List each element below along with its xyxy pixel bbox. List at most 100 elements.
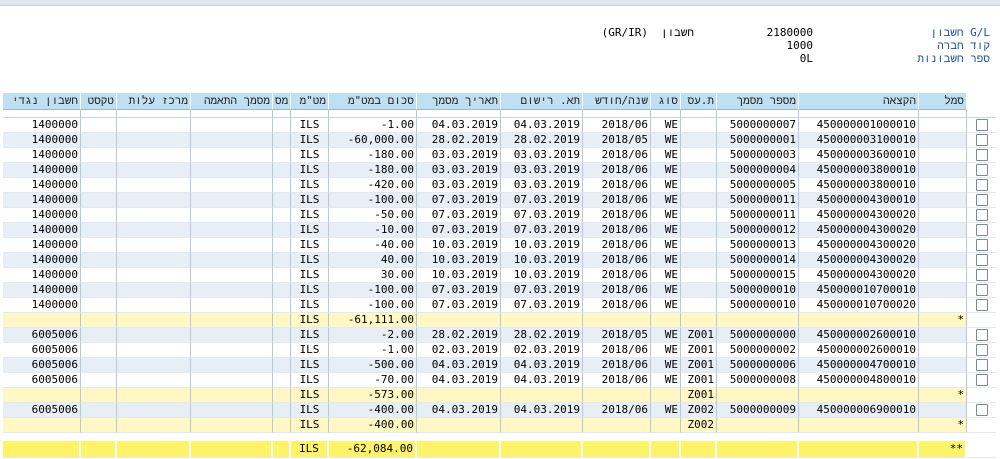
total-select-cell (967, 441, 996, 458)
subtotal-row[interactable]: ILS -573.00 Z001 * (3, 388, 996, 403)
amount-cell: -400.00 (329, 418, 417, 433)
doc-number-cell: 5000000000 (717, 328, 799, 343)
table-row[interactable]: 1400000 ILS -50.00 07.03.2019 07.03.2019 2018… (3, 208, 996, 223)
posting-date-cell (501, 388, 583, 403)
table-row[interactable]: 1400000 ILS -100.00 07.03.2019 07.03.2019 201… (3, 193, 996, 208)
amount-cell: -180.00 (329, 148, 417, 163)
posting-date-cell: 03.03.2019 (501, 148, 583, 163)
subtotal-row[interactable]: ILS -400.00 Z002 * (3, 418, 996, 433)
row-select-checkbox[interactable] (975, 329, 988, 341)
business-trans-cell: Z001 (681, 388, 717, 403)
period-cell: 2018/06 (583, 178, 651, 193)
col-header-offset-account[interactable]: חשבון נגדי (3, 93, 81, 110)
tax-cell (273, 208, 291, 223)
table-row[interactable]: 1400000 ILS -60,000.00 28.02.2019 28.02.2019… (3, 133, 996, 148)
table-row[interactable]: 1400000 ILS -420.00 03.03.2019 03.03.2019 201… (3, 178, 996, 193)
col-header-doc-date[interactable]: תאריך מסמך (417, 93, 501, 110)
table-row[interactable]: 1400000 ILS 40.00 10.03.2019 10.03.2019 2018/… (3, 253, 996, 268)
grand-total-row[interactable]: ILS -62,084.00 ** (3, 441, 996, 458)
row-select-checkbox[interactable] (975, 284, 988, 296)
cost-center-cell (117, 118, 191, 133)
col-header-period[interactable]: שנה/חודש (583, 93, 651, 110)
currency-cell: ILS (291, 298, 329, 313)
col-header-doc-type[interactable]: סוג (651, 93, 681, 110)
table-row[interactable]: 6005006 ILS -1.00 02.03.2019 02.03.2019 2018/… (3, 343, 996, 358)
col-header-business-trans[interactable]: ת.עס (681, 93, 717, 110)
table-row[interactable]: 1400000 ILS -100.00 07.03.2019 07.03.2019 201… (3, 283, 996, 298)
offset-account-cell: 1400000 (3, 223, 81, 238)
row-select-checkbox[interactable] (975, 374, 988, 386)
table-row[interactable]: 6005006 ILS -2.00 28.02.2019 28.02.2019 2018/… (3, 328, 996, 343)
ledger-label: ספר חשבונות (917, 52, 990, 65)
table-row[interactable]: 1400000 ILS -40.00 10.03.2019 10.03.2019 2018… (3, 238, 996, 253)
clearing-doc-cell (191, 133, 273, 148)
posting-date-cell (501, 418, 583, 433)
row-select-checkbox[interactable] (975, 224, 988, 236)
col-header-text[interactable]: טקסט (81, 93, 117, 110)
row-select-checkbox[interactable] (975, 119, 988, 131)
row-select-checkbox[interactable] (975, 359, 988, 371)
doc-type-cell: WE (651, 163, 681, 178)
total-symbol-cell: ** (919, 441, 967, 458)
row-select-checkbox[interactable] (975, 299, 988, 311)
table-row[interactable]: 1400000 ILS -10.00 07.03.2019 07.03.2019 2018… (3, 223, 996, 238)
table-gap-row (3, 110, 996, 118)
posting-date-cell: 02.03.2019 (501, 343, 583, 358)
period-cell: 2018/06 (583, 343, 651, 358)
table-row[interactable]: 1400000 ILS -100.00 07.03.2019 07.03.2019 201… (3, 298, 996, 313)
symbol-cell (919, 403, 967, 418)
symbol-cell (919, 253, 967, 268)
clearing-doc-cell (191, 388, 273, 403)
row-select-checkbox[interactable] (975, 239, 988, 251)
col-header-posting-date[interactable]: תא. רישום (501, 93, 583, 110)
clearing-doc-cell (191, 298, 273, 313)
symbol-cell (919, 223, 967, 238)
col-header-currency[interactable]: מט"מ (291, 93, 329, 110)
row-select-cell (967, 208, 996, 223)
table-row[interactable]: 1400000 ILS -180.00 03.03.2019 03.03.2019 201… (3, 163, 996, 178)
symbol-cell (919, 193, 967, 208)
row-select-checkbox[interactable] (975, 134, 988, 146)
row-select-checkbox[interactable] (975, 149, 988, 161)
row-select-checkbox[interactable] (975, 344, 988, 356)
doc-date-cell (417, 418, 501, 433)
row-select-checkbox[interactable] (975, 194, 988, 206)
col-header-clearing-doc[interactable]: מסמך התאמה (191, 93, 273, 110)
row-select-checkbox[interactable] (975, 179, 988, 191)
doc-type-cell: WE (651, 358, 681, 373)
col-header-assignment[interactable]: הקצאה (799, 93, 919, 110)
row-select-checkbox[interactable] (975, 254, 988, 266)
doc-number-cell: 5000000007 (717, 118, 799, 133)
assignment-cell: 450000004800010 (799, 373, 919, 388)
subtotal-row[interactable]: ILS -61,111.00 * (3, 313, 996, 328)
symbol-cell (919, 238, 967, 253)
col-header-tax[interactable]: מס (273, 93, 291, 110)
col-header-doc-number[interactable]: מספר מסמך (717, 93, 799, 110)
doc-type-cell: WE (651, 403, 681, 418)
text-cell (81, 268, 117, 283)
doc-date-cell: 04.03.2019 (417, 118, 501, 133)
table-row[interactable]: 1400000 ILS -1.00 04.03.2019 04.03.2019 2018/… (3, 118, 996, 133)
table-body: 1400000 ILS -1.00 04.03.2019 04.03.2019 2018/… (3, 110, 996, 458)
table-row[interactable]: 6005006 ILS -400.00 04.03.2019 04.03.2019 201… (3, 403, 996, 418)
company-code-value: 1000 (786, 39, 814, 52)
table-row[interactable]: 6005006 ILS -70.00 04.03.2019 04.03.2019 2018… (3, 373, 996, 388)
col-header-amount[interactable]: סכום במט"מ (329, 93, 417, 110)
table-row[interactable]: 1400000 ILS 30.00 10.03.2019 10.03.2019 2018/… (3, 268, 996, 283)
row-select-checkbox[interactable] (975, 209, 988, 221)
assignment-cell (799, 418, 919, 433)
table-row[interactable]: 1400000 ILS -180.00 03.03.2019 03.03.2019 201… (3, 148, 996, 163)
doc-date-cell: 03.03.2019 (417, 178, 501, 193)
text-cell (81, 418, 117, 433)
col-header-symbol[interactable]: סמל (919, 93, 967, 110)
col-header-cost-center[interactable]: מרכז עלות (117, 93, 191, 110)
offset-account-cell (3, 313, 81, 328)
row-select-checkbox[interactable] (975, 269, 988, 281)
offset-account-cell: 6005006 (3, 343, 81, 358)
table-row[interactable]: 6005006 ILS -500.00 04.03.2019 04.03.2019 201… (3, 358, 996, 373)
total-empty-cell (583, 441, 651, 458)
row-select-checkbox[interactable] (975, 164, 988, 176)
row-select-checkbox[interactable] (975, 404, 988, 416)
doc-type-cell: WE (651, 133, 681, 148)
text-cell (81, 373, 117, 388)
